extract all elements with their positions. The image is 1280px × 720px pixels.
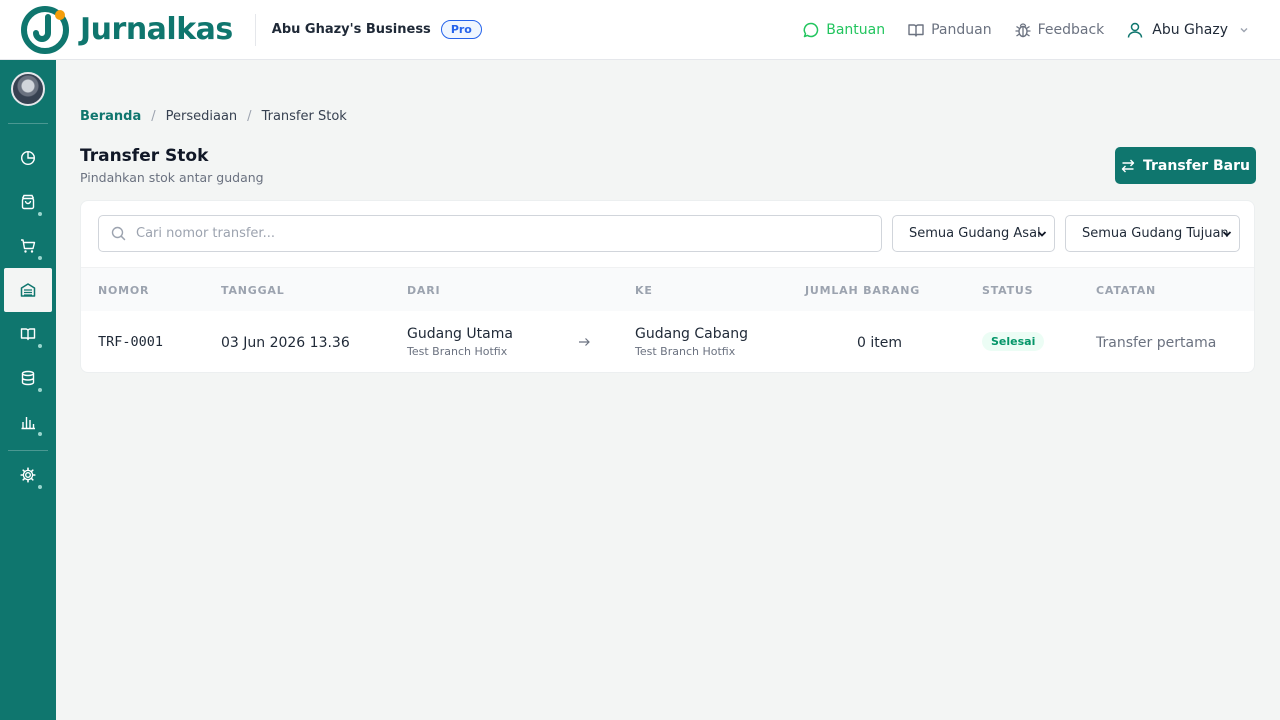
plan-badge: Pro [440,20,482,39]
header-divider [254,13,256,46]
submenu-dot [38,344,42,348]
transfer-number[interactable]: TRF-0001 [98,334,163,350]
help-label: Bantuan [826,22,886,38]
breadcrumb: Beranda / Persediaan / Transfer Stok [80,109,347,124]
search-input[interactable] [136,226,856,241]
swap-arrows-icon [1121,159,1135,172]
guide-label: Panduan [931,22,992,38]
dashboard-pie-icon [20,150,36,166]
column-header-notes: CATATAN [1096,284,1157,297]
from-warehouse-name: Gudang Utama [407,326,513,342]
column-header-item-count: JUMLAH BARANG [805,284,921,297]
open-book-icon [908,24,924,37]
chat-bubble-icon [803,22,819,38]
column-header-from: DARI [407,284,441,297]
brand-logo[interactable]: Jurnalkas [20,0,233,60]
arrow-right-icon [579,338,590,346]
inventory-icon [20,283,36,297]
cart-icon [21,239,36,253]
to-warehouse-name: Gudang Cabang [635,326,748,342]
from-warehouse: Gudang Utama Test Branch Hotfix [407,326,513,358]
from-warehouse-branch: Test Branch Hotfix [407,345,508,358]
sidebar-item-accounting[interactable] [4,312,52,356]
item-count: 0 item [857,335,902,351]
sidebar-item-dashboard[interactable] [4,136,52,180]
transfer-note: Transfer pertama [1096,335,1217,351]
table-header: NOMOR TANGGAL DARI KE JUMLAH BARANG STAT… [81,267,1254,311]
new-transfer-label: Transfer Baru [1142,157,1251,174]
sidebar-item-inventory[interactable] [4,268,52,312]
column-header-date: TANGGAL [221,284,285,297]
sidebar-divider [8,450,48,451]
source-warehouse-select[interactable]: Semua Gudang Asal [892,215,1055,252]
source-warehouse-value: Semua Gudang Asal [909,226,1041,241]
transfer-date: 03 Jun 2026 13.36 [221,335,350,351]
logo-mark-icon [20,5,70,55]
submenu-dot [38,212,42,216]
destination-warehouse-value: Semua Gudang Tujuan [1082,226,1229,241]
column-header-status: STATUS [982,284,1034,297]
breadcrumb-section[interactable]: Persediaan [166,109,238,124]
sidebar-divider [8,123,48,124]
guide-link[interactable]: Panduan [907,21,992,39]
sidebar [0,60,56,720]
table-row[interactable]: TRF-0001 03 Jun 2026 13.36 Gudang Utama … [81,311,1254,373]
user-menu[interactable]: Abu Ghazy [1126,21,1250,39]
feedback-link[interactable]: Feedback [1014,21,1105,39]
breadcrumb-home[interactable]: Beranda [80,109,141,124]
user-name: Abu Ghazy [1152,22,1228,38]
submenu-dot [38,485,42,489]
sidebar-item-settings[interactable] [4,453,52,497]
breadcrumb-separator: / [247,109,252,124]
column-header-to: KE [635,284,653,297]
sidebar-item-sales[interactable] [4,180,52,224]
breadcrumb-separator: / [151,109,156,124]
to-warehouse-branch: Test Branch Hotfix [635,345,736,358]
chevron-down-icon [1240,28,1248,33]
business-name[interactable]: Abu Ghazy's Business [272,22,431,37]
feedback-label: Feedback [1037,22,1105,38]
brand-name: Jurnalkas [80,12,233,47]
bar-chart-icon [21,417,35,430]
submenu-dot [38,388,42,392]
to-warehouse: Gudang Cabang Test Branch Hotfix [635,326,748,358]
top-bar: Jurnalkas Abu Ghazy's Business Pro Bantu… [0,0,1280,60]
search-box[interactable] [98,215,882,252]
column-header-number: NOMOR [98,284,150,297]
settings-gear-icon [20,467,36,483]
avatar[interactable] [11,72,45,106]
sidebar-item-reports[interactable] [4,400,52,444]
status-badge: Selesai [982,332,1045,351]
chevron-down-icon [1222,231,1232,237]
user-icon [1128,22,1143,38]
destination-warehouse-select[interactable]: Semua Gudang Tujuan [1065,215,1240,252]
submenu-dot [38,432,42,436]
breadcrumb-current: Transfer Stok [261,109,347,124]
transfer-list-card: Semua Gudang Asal Semua Gudang Tujuan NO… [80,200,1255,373]
new-transfer-button[interactable]: Transfer Baru [1115,147,1256,184]
sidebar-item-purchases[interactable] [4,224,52,268]
submenu-dot [38,256,42,260]
help-link[interactable]: Bantuan [802,21,885,39]
shopping-bag-icon [21,194,35,210]
search-icon [111,226,126,241]
book-icon [20,328,36,341]
sidebar-item-data[interactable] [4,356,52,400]
database-icon [21,370,35,386]
page-subtitle: Pindahkan stok antar gudang [80,170,264,185]
page-title: Transfer Stok [80,146,209,166]
bug-icon [1015,23,1031,38]
chevron-down-icon [1037,231,1047,237]
